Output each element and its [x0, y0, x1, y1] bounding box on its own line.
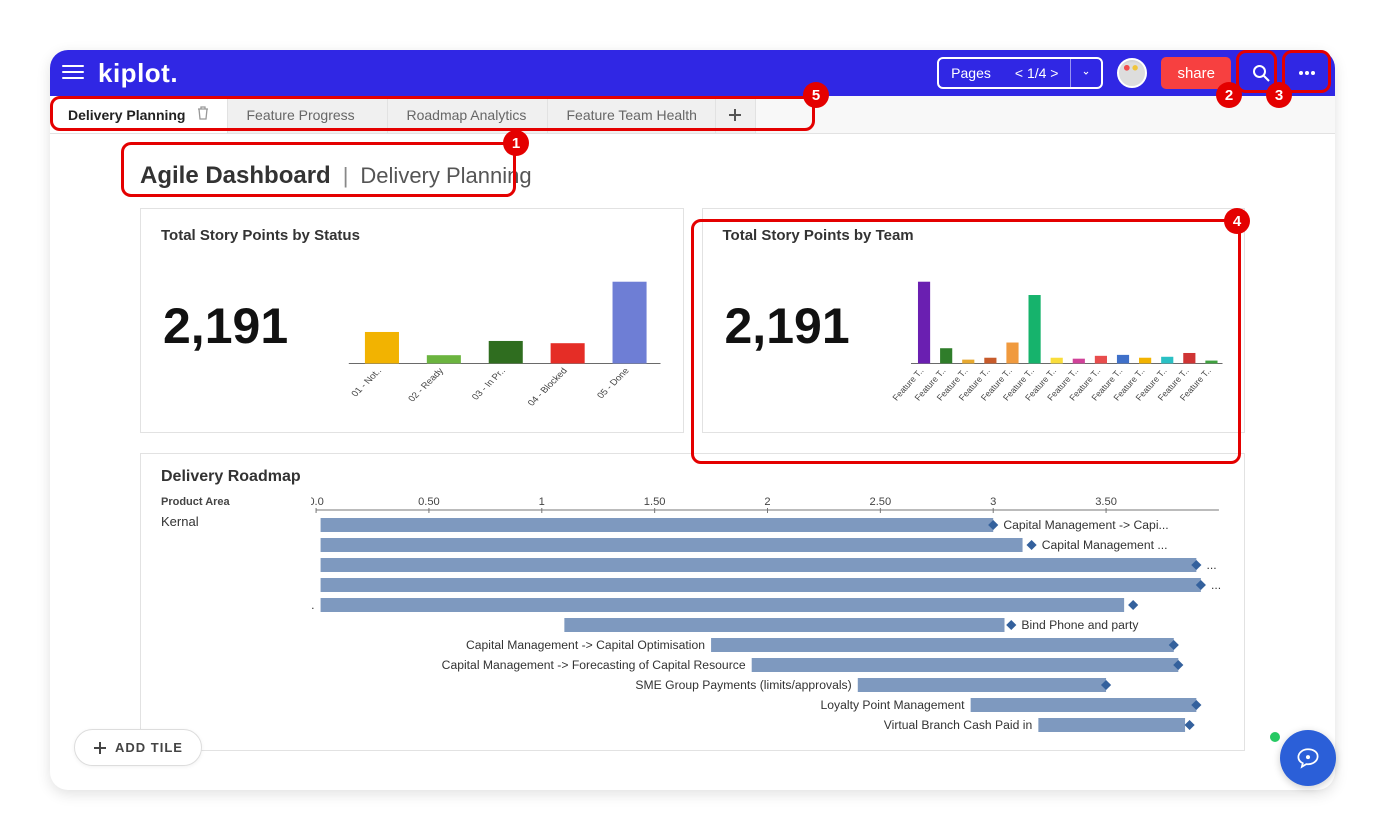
tab-label: Feature Progress	[246, 107, 354, 123]
tab-feature-progress[interactable]: Feature Progress	[228, 96, 388, 133]
trash-icon[interactable]	[197, 106, 209, 123]
pages-counter[interactable]: < 1/4 >	[1003, 59, 1071, 87]
search-icon[interactable]	[1245, 57, 1277, 89]
page-title: Agile Dashboard | Delivery Planning	[50, 134, 1335, 208]
card-metric: 2,191	[163, 297, 288, 355]
add-tile-button[interactable]: ADD TILE	[74, 729, 202, 766]
tab-roadmap-analytics[interactable]: Roadmap Analytics	[388, 96, 548, 133]
content: Agile Dashboard | Delivery Planning Tota…	[50, 134, 1335, 790]
card-metric: 2,191	[725, 297, 850, 355]
card-delivery-roadmap: Delivery Roadmap Product Area Kernal 0.0…	[140, 453, 1245, 751]
svg-text:...: ...	[1207, 558, 1217, 572]
add-tile-label: ADD TILE	[115, 740, 183, 755]
tab-label: Feature Team Health	[566, 107, 696, 123]
svg-text:0.50: 0.50	[418, 496, 440, 508]
pages-label: Pages	[939, 59, 1003, 87]
share-button[interactable]: share	[1161, 57, 1231, 89]
title-separator: |	[343, 163, 349, 189]
logo: kiplot.	[98, 58, 178, 89]
svg-text:01 - Not..: 01 - Not..	[349, 366, 384, 398]
svg-text:SME Group Payments (limits/app: SME Group Payments (limits/approvals)	[635, 678, 851, 692]
svg-text:Capital Management ...: Capital Management ...	[1042, 538, 1168, 552]
svg-text:...: ...	[1211, 578, 1221, 592]
charts-row: Total Story Points by Status 2,191 01 - …	[50, 208, 1335, 441]
svg-text:Capital Management -> Capi...: Capital Management -> Capi...	[1003, 518, 1168, 532]
svg-text:03 - In Pr..: 03 - In Pr..	[470, 366, 508, 401]
svg-text:Loyalty Point Management: Loyalty Point Management	[821, 698, 966, 712]
roadmap-left-column: Product Area Kernal	[161, 496, 311, 746]
svg-text:04 - Blocked: 04 - Blocked	[526, 366, 570, 407]
svg-text:0.0: 0.0	[311, 496, 324, 508]
tab-feature-team-health[interactable]: Feature Team Health	[548, 96, 715, 133]
svg-text:Bind Phone and party: Bind Phone and party	[1021, 618, 1139, 632]
tab-label: Roadmap Analytics	[406, 107, 526, 123]
add-tab-button[interactable]	[716, 96, 756, 133]
topbar: kiplot. Pages < 1/4 > share	[50, 50, 1335, 96]
svg-text:1: 1	[539, 496, 545, 508]
svg-text:2: 2	[764, 496, 770, 508]
chevron-down-icon[interactable]	[1071, 59, 1101, 87]
card-story-points-status: Total Story Points by Status 2,191 01 - …	[140, 208, 684, 433]
barchart-team: Feature T..Feature T..Feature T..Feature…	[913, 278, 1223, 408]
card-title: Total Story Points by Status	[161, 227, 663, 244]
roadmap-gantt: 0.0 0.50 1 1.50 2 2.50 3 3.50 Capital Management…	[311, 496, 1224, 746]
hamburger-icon[interactable]	[62, 65, 84, 81]
svg-text:05 - Done: 05 - Done	[595, 366, 631, 400]
card-title: Total Story Points by Team	[723, 227, 1225, 244]
chat-bubble-icon[interactable]	[1280, 730, 1336, 786]
roadmap-group: Kernal	[161, 514, 311, 529]
roadmap-column-header: Product Area	[161, 496, 311, 508]
page-title-main: Agile Dashboard	[140, 162, 331, 190]
card-story-points-team: Total Story Points by Team 2,191 Feature…	[702, 208, 1246, 433]
svg-text:3: 3	[990, 496, 996, 508]
tabstrip: Delivery Planning Feature Progress Roadm…	[50, 96, 1335, 134]
more-icon[interactable]	[1291, 57, 1323, 89]
svg-text:2.50: 2.50	[870, 496, 892, 508]
page-title-sub: Delivery Planning	[360, 163, 531, 189]
svg-text:Broker Manage...: Broker Manage...	[311, 598, 314, 612]
avatar[interactable]	[1117, 58, 1147, 88]
card-title: Delivery Roadmap	[161, 468, 1224, 486]
tab-label: Delivery Planning	[68, 107, 185, 123]
svg-text:Capital Management -> Forecast: Capital Management -> Forecasting of Cap…	[442, 658, 746, 672]
svg-text:1.50: 1.50	[644, 496, 666, 508]
svg-text:3.50: 3.50	[1095, 496, 1117, 508]
svg-text:02 - Ready: 02 - Ready	[406, 366, 446, 403]
barchart-status: 01 - Not.. 02 - Ready 03 - In Pr.. 04 - Blo…	[351, 278, 661, 408]
plus-icon	[93, 741, 107, 755]
tab-delivery-planning[interactable]: Delivery Planning	[50, 96, 228, 133]
pages-pager[interactable]: Pages < 1/4 >	[937, 57, 1103, 89]
svg-text:Virtual Branch Cash Paid in: Virtual Branch Cash Paid in	[884, 718, 1033, 732]
app-window: kiplot. Pages < 1/4 > share Delivery Pla…	[50, 50, 1335, 790]
svg-text:Capital Management -> Capital: Capital Management -> Capital Optimisati…	[466, 638, 705, 652]
